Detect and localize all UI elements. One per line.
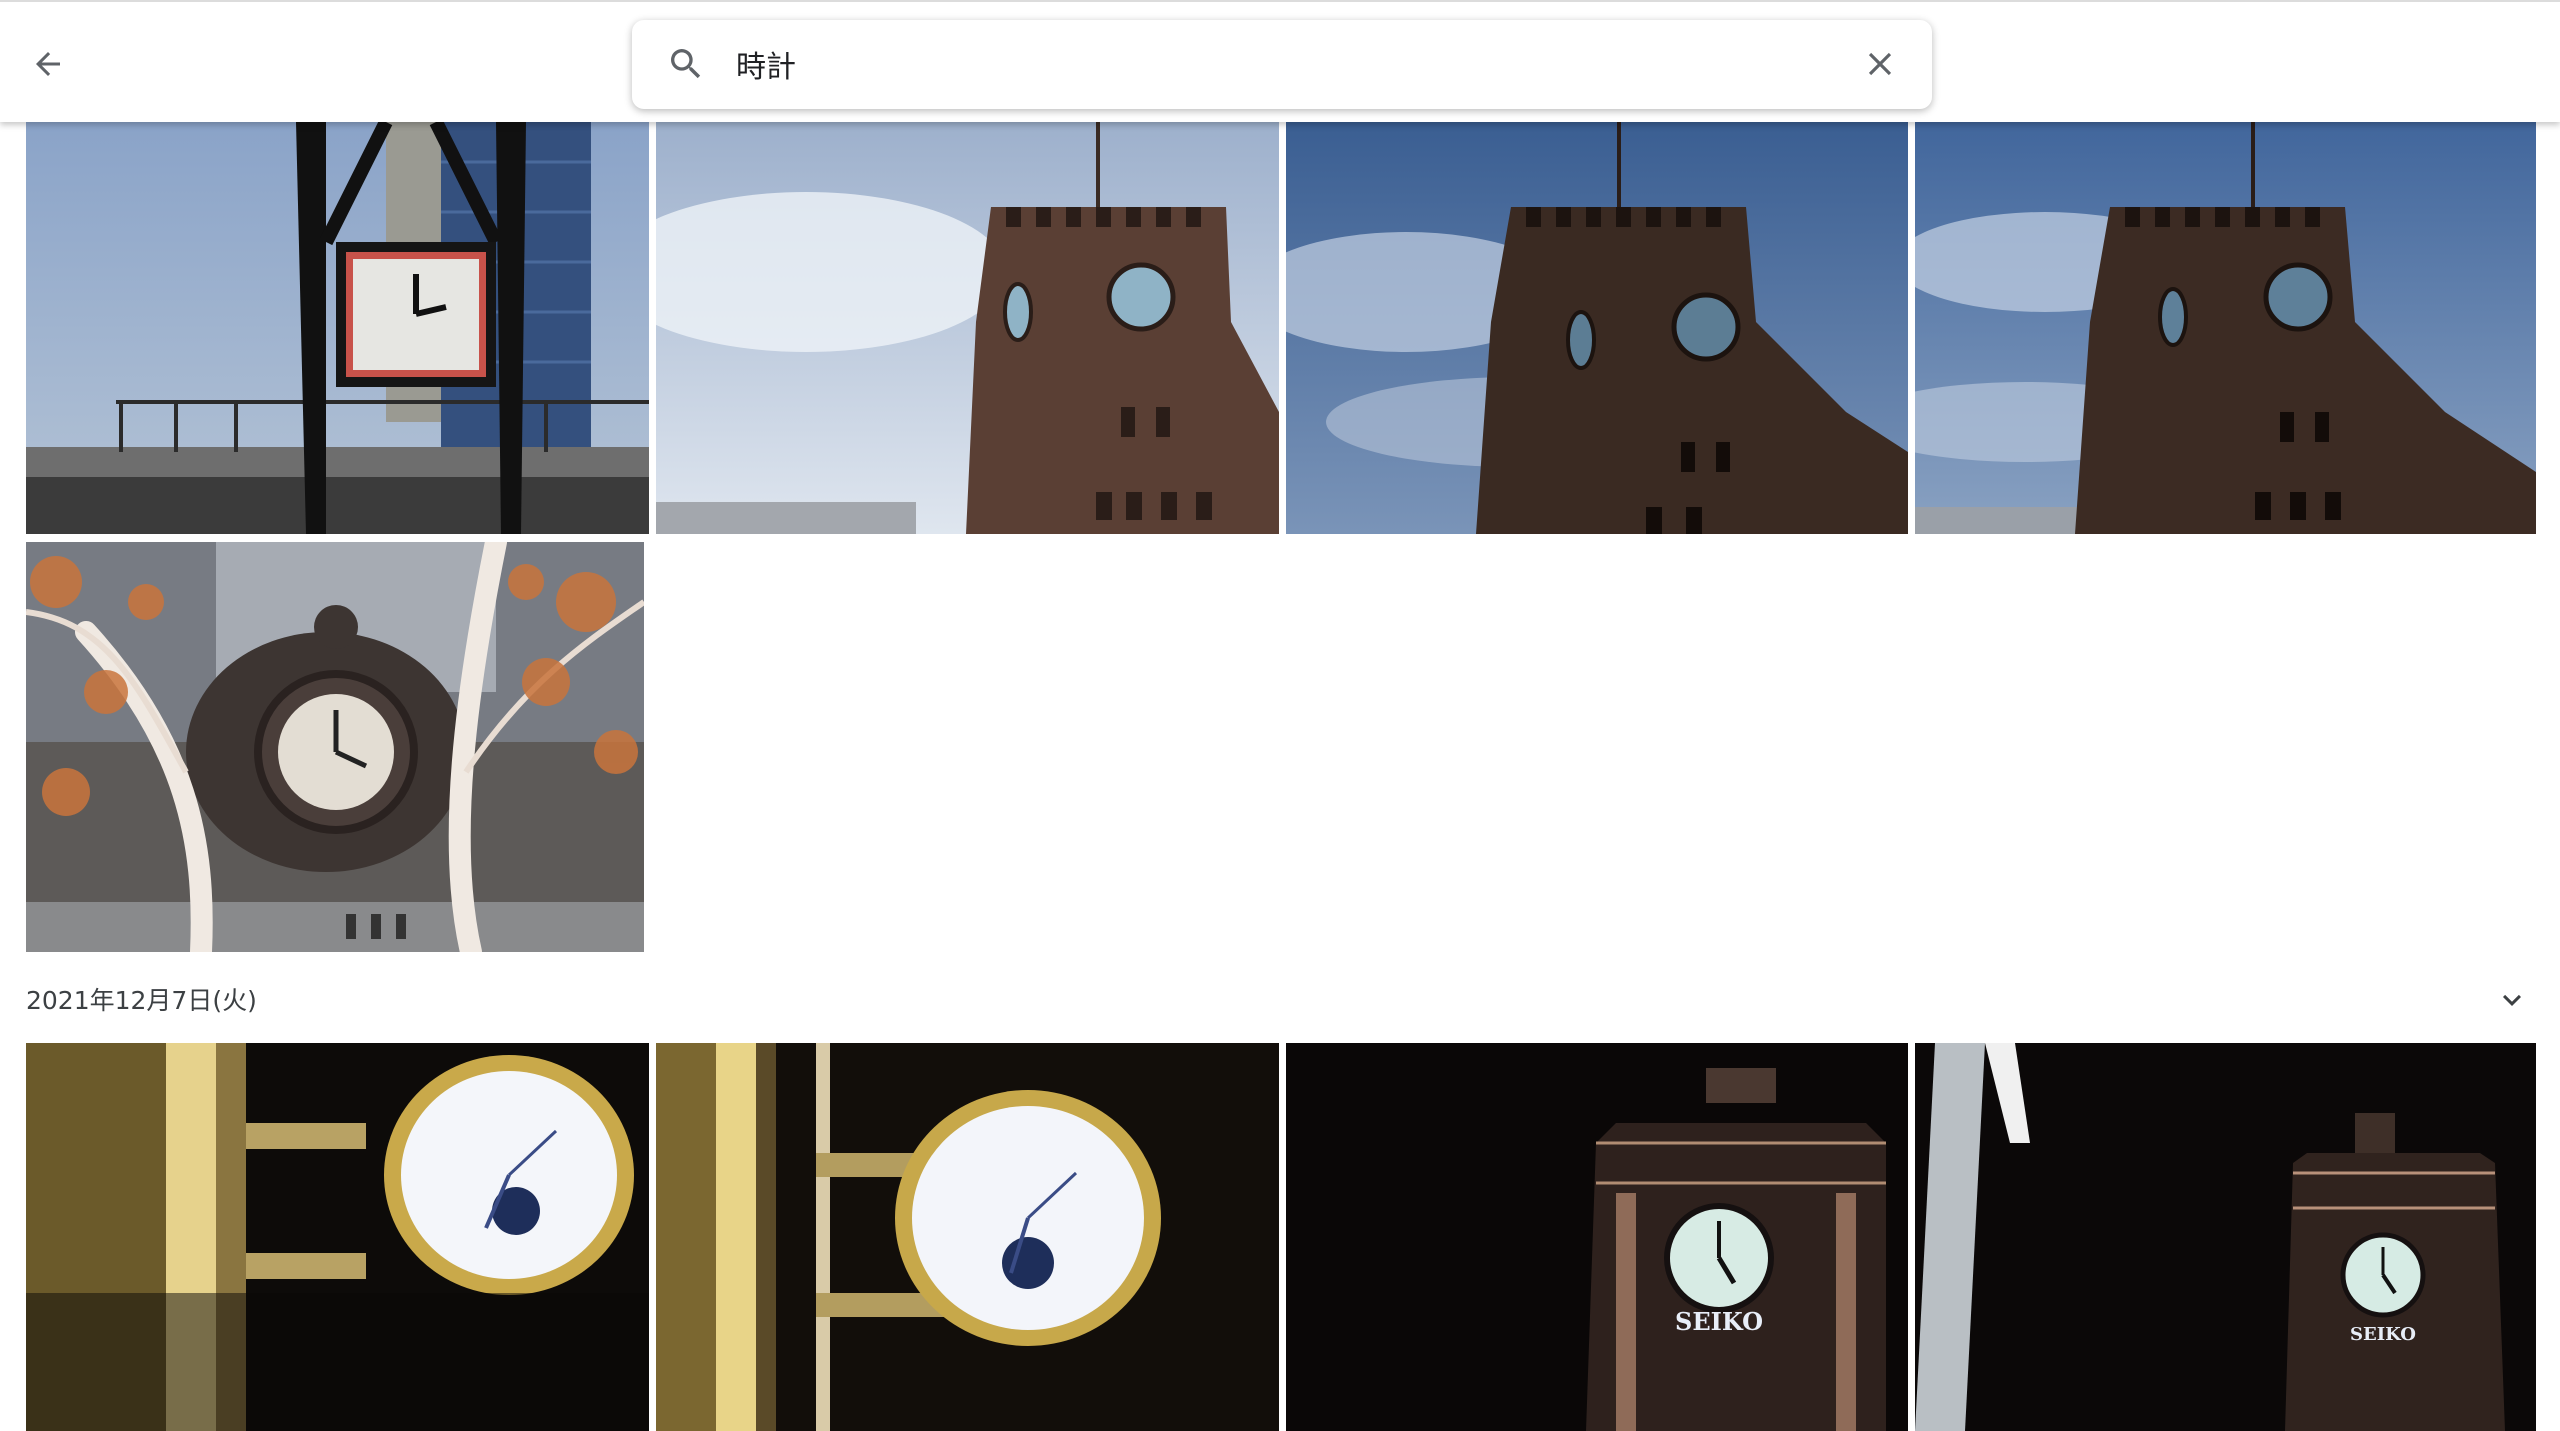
photo-thumbnail[interactable] [26,542,644,952]
search-input[interactable] [736,36,1796,92]
clear-search-button[interactable] [1856,40,1904,88]
arrow-left-icon [36,52,60,76]
date-header: 2021年12月7日(火) [26,986,257,1015]
close-icon [1868,52,1892,76]
photo-thumbnail[interactable] [26,1043,649,1431]
photo-thumbnail[interactable] [656,122,1279,534]
chevron-down-icon [2503,994,2521,1006]
back-button[interactable] [22,38,74,90]
photo-thumbnail[interactable]: SEIKO [1915,1043,2536,1431]
search-box [632,20,1932,109]
search-icon[interactable] [662,40,710,88]
photo-thumbnail[interactable] [1915,122,2536,534]
photo-thumbnail[interactable]: SEIKO [1286,1043,1908,1431]
photo-thumbnail[interactable] [656,1043,1279,1431]
collapse-section-button[interactable] [2488,976,2536,1024]
svg-text:SEIKO: SEIKO [1675,1307,1763,1336]
svg-text:SEIKO: SEIKO [2350,1324,2416,1345]
photo-thumbnail[interactable] [26,122,649,534]
app-header [0,0,2560,122]
photo-thumbnail[interactable] [1286,122,1908,534]
